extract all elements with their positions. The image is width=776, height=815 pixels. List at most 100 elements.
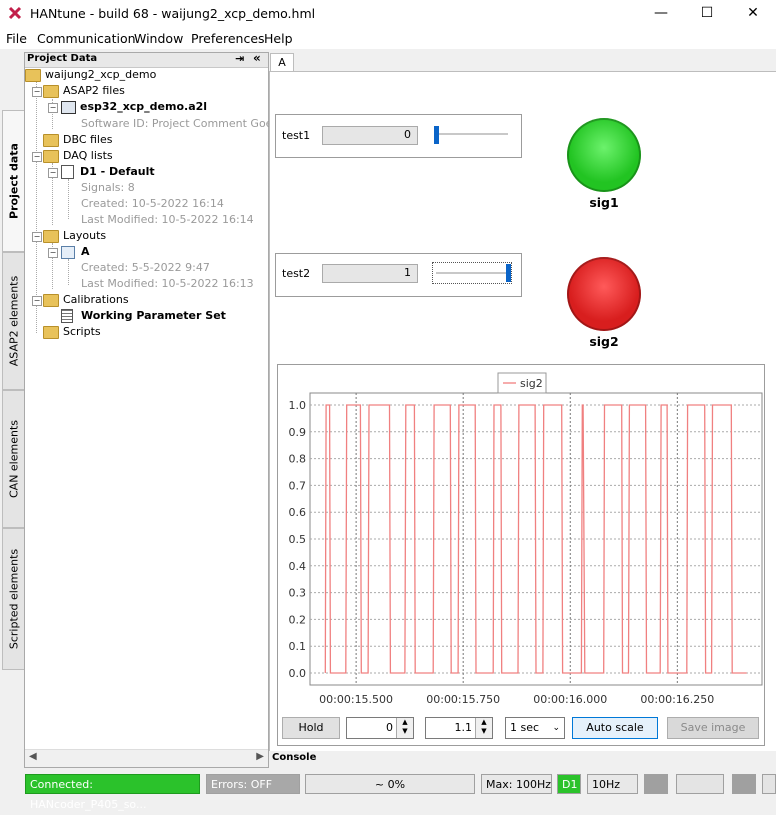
y-tick-label: 1.0 (289, 399, 307, 412)
tree-header: Project Data ⇥ « (25, 51, 268, 68)
auto-scale-button[interactable]: Auto scale (572, 717, 658, 739)
tree-dbc-files[interactable]: DBC files (43, 133, 112, 147)
side-tab-can-elements[interactable]: CAN elements (2, 390, 26, 528)
test1-slider-track[interactable] (434, 133, 508, 135)
tree-asap2-files[interactable]: ASAP2 files (43, 84, 125, 98)
scroll-right-icon[interactable]: ▶ (256, 751, 264, 762)
tree-signals: Signals: 8 (81, 181, 135, 194)
tree-scripts[interactable]: Scripts (43, 325, 101, 339)
sig1-label: sig1 (589, 195, 619, 210)
minimize-button[interactable]: — (638, 0, 684, 28)
side-tab-project-data[interactable]: Project data (2, 110, 26, 252)
sig2-label: sig2 (589, 334, 619, 349)
expander-layouts[interactable]: − (32, 232, 42, 242)
expander-layout-a[interactable]: − (48, 248, 58, 258)
y-tick-label: 0.8 (289, 453, 307, 466)
y-tick-label: 0.5 (289, 533, 307, 546)
tree-layout-created: Created: 5-5-2022 9:47 (81, 261, 210, 274)
y-tick-label: 0.6 (289, 506, 307, 519)
tree-software-id: Software ID: Project Comment Goes H (81, 117, 290, 130)
side-tab-scripted-elements[interactable]: Scripted elements (2, 528, 26, 670)
sig2-chart-panel: 1.0 0.9 0.8 0.7 0.6 0.5 0.4 0.3 0.2 0.1 0.0 00:00:1… (277, 364, 765, 746)
tree-daq-created: Created: 10-5-2022 16:14 (81, 197, 224, 210)
expander-daq[interactable]: − (32, 152, 42, 162)
tree-layout-modified: Last Modified: 10-5-2022 16:13 (81, 277, 254, 290)
tree-layout-a[interactable]: A (61, 245, 90, 259)
tree-horizontal-scrollbar[interactable]: ◀ ▶ (25, 749, 268, 767)
folder-icon (43, 84, 59, 98)
tree-daq-lists[interactable]: DAQ lists (43, 149, 113, 163)
pin-icon[interactable]: ⇥ (235, 52, 244, 65)
tree-calibrations[interactable]: Calibrations (43, 293, 129, 307)
scroll-left-icon[interactable]: ◀ (29, 751, 37, 762)
test2-value[interactable]: 1 (322, 264, 418, 283)
legend-label: sig2 (520, 377, 543, 390)
status-errors[interactable]: Errors: OFF (206, 774, 300, 794)
side-tab-asap2-elements[interactable]: ASAP2 elements (2, 252, 26, 390)
test2-panel: test2 1 (275, 253, 522, 297)
save-image-button[interactable]: Save image (667, 717, 759, 739)
close-button[interactable]: ✕ (730, 0, 776, 28)
window-title: HANtune - build 68 - waijung2_xcp_demo.h… (30, 6, 316, 21)
expander-calibrations[interactable]: − (32, 296, 42, 306)
status-load: ~ 0% (305, 774, 475, 794)
tree-root[interactable]: waijung2_xcp_demo (25, 68, 156, 82)
y-tick-label: 0.7 (289, 479, 307, 492)
menu-preferences[interactable]: Preferences (191, 31, 265, 46)
menu-communication[interactable]: Communication (37, 31, 136, 46)
spinner-arrows-icon[interactable]: ▲ ▼ (475, 718, 492, 738)
y-max-spinner[interactable]: 1.1 ▲ ▼ (425, 717, 493, 739)
tree-daq-default[interactable]: D1 - Default (61, 165, 155, 179)
y-min-spinner[interactable]: 0 ▲ ▼ (346, 717, 414, 739)
tree-layouts[interactable]: Layouts (43, 229, 106, 243)
chevron-down-icon[interactable]: ⌄ (552, 718, 560, 738)
expander-asap2[interactable]: − (32, 87, 42, 97)
layout-icon (61, 245, 75, 259)
console-bar[interactable]: Console (269, 751, 776, 767)
app-logo-icon (8, 6, 22, 20)
spinner-arrows-icon[interactable]: ▲ ▼ (396, 718, 413, 738)
tree-header-title: Project Data (27, 53, 98, 64)
calculator-icon (61, 309, 73, 323)
test1-panel: test1 0 (275, 114, 522, 158)
folder-icon (43, 133, 59, 147)
y-tick-label: 0.0 (289, 667, 307, 680)
menu-file[interactable]: File (6, 31, 27, 46)
console-label: Console (272, 752, 317, 763)
status-max-rate: Max: 100Hz (481, 774, 552, 794)
x-tick-label: 00:00:15.750 (426, 693, 500, 706)
menu-window[interactable]: Window (134, 31, 183, 46)
test1-slider-thumb[interactable] (434, 126, 439, 144)
sig2-chart: 1.0 0.9 0.8 0.7 0.6 0.5 0.4 0.3 0.2 0.1 0.0 00:00:1… (289, 372, 763, 706)
computer-icon (61, 100, 76, 114)
expander-daq-default[interactable]: − (48, 168, 58, 178)
y-tick-label: 0.3 (289, 587, 307, 600)
x-tick-label: 00:00:16.000 (533, 693, 607, 706)
menu-help[interactable]: Help (264, 31, 293, 46)
tree-working-parameter-set[interactable]: Working Parameter Set (61, 309, 226, 323)
status-daq: D1 (557, 774, 581, 794)
test2-label: test2 (282, 267, 311, 280)
project-tree-panel: Project Data ⇥ « waijung2_xcp_demo − ASA… (24, 51, 290, 768)
tree-a2l-file[interactable]: esp32_xcp_demo.a2l (61, 100, 207, 114)
list-icon (61, 165, 74, 179)
time-window-select[interactable]: 1 sec ⌄ (505, 717, 565, 739)
sig2-led-indicator (567, 257, 641, 331)
x-tick-label: 00:00:16.250 (640, 693, 714, 706)
maximize-button[interactable]: ☐ (684, 0, 730, 28)
test1-value[interactable]: 0 (322, 126, 418, 145)
collapse-panel-icon[interactable]: « (253, 51, 261, 65)
hold-button[interactable]: Hold (282, 717, 340, 739)
tab-layout-a[interactable]: A (270, 53, 294, 72)
folder-icon (43, 325, 59, 339)
expander-a2l[interactable]: − (48, 103, 58, 113)
status-indicator-2 (676, 774, 724, 794)
test2-slider-track[interactable] (436, 272, 510, 274)
status-indicator-1 (644, 774, 668, 794)
folder-icon (43, 149, 59, 163)
y-tick-label: 0.9 (289, 426, 307, 439)
status-connected[interactable]: Connected: HANcoder_P405_so... (25, 774, 200, 811)
sig1-led-indicator (567, 118, 641, 192)
test2-slider-thumb[interactable] (506, 264, 511, 282)
folder-icon (43, 293, 59, 307)
